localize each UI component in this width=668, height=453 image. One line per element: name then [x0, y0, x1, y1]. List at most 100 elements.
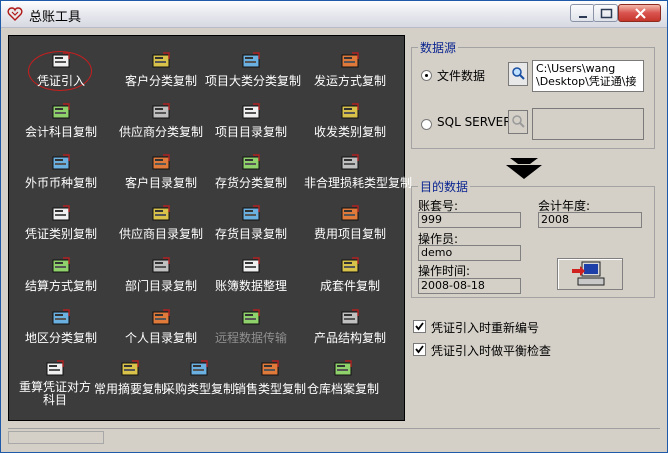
tool-button[interactable]: 地区分类复制 [15, 307, 107, 355]
browse-sql-button[interactable] [508, 110, 528, 134]
tool-button[interactable]: 供应商目录复制 [115, 203, 207, 251]
warehouse-archive-icon [334, 360, 352, 376]
tool-button[interactable]: 项目目录复制 [205, 101, 297, 149]
sales-type-icon [261, 360, 279, 376]
tool-button[interactable]: 产品结构复制 [304, 307, 396, 355]
tool-button[interactable]: 仓库档案复制 [303, 358, 383, 406]
project-catalog-icon [242, 103, 260, 119]
tool-button[interactable]: 费用项目复制 [304, 203, 396, 251]
tool-button[interactable]: 收发类别复制 [304, 101, 396, 149]
tool-button[interactable]: 常用摘要复制 [90, 358, 170, 406]
inventory-category-icon [242, 154, 260, 170]
loss-type-icon [341, 154, 359, 170]
tool-button[interactable]: 客户目录复制 [115, 152, 207, 200]
tool-button[interactable]: 发运方式复制 [304, 50, 396, 98]
product-structure-icon [341, 309, 359, 325]
department-catalog-icon [152, 257, 170, 273]
tool-button[interactable]: 存货目录复制 [205, 203, 297, 251]
tool-button-label: 项目大类分类复制 [205, 74, 302, 88]
sql-path-field[interactable] [532, 108, 644, 140]
tool-button-label: 部门目录复制 [124, 279, 197, 293]
tool-button[interactable]: 凭证引入 [15, 50, 107, 98]
tool-button-label: 项目目录复制 [214, 125, 287, 139]
sql-server-radio[interactable] [421, 119, 432, 130]
tool-button-label: 常用摘要复制 [93, 382, 166, 396]
foreign-currency-icon [52, 154, 70, 170]
tool-button[interactable]: 外币币种复制 [15, 152, 107, 200]
tool-button[interactable]: 账簿数据整理 [205, 255, 297, 303]
expense-item-icon [341, 205, 359, 221]
status-cell [8, 431, 104, 444]
supplier-category-icon [152, 103, 170, 119]
minimize-button[interactable] [570, 4, 595, 22]
tool-button[interactable]: 部门目录复制 [115, 255, 207, 303]
computer-icon [572, 261, 605, 286]
tool-button[interactable]: 存货分类复制 [205, 152, 297, 200]
tool-button-label: 远程数据传输 [214, 331, 287, 345]
tool-button[interactable]: 结算方式复制 [15, 255, 107, 303]
voucher-import-icon [52, 52, 70, 68]
settlement-method-icon [52, 257, 70, 273]
magnifier-icon [512, 67, 525, 80]
customer-catalog-icon [152, 154, 170, 170]
renumber-label: 凭证引入时重新编号 [431, 321, 540, 335]
recalc-voucher-icon [46, 360, 64, 376]
tool-button[interactable]: 重算凭证对方科目 [15, 358, 95, 407]
close-button[interactable] [618, 4, 661, 22]
tool-button-label: 地区分类复制 [24, 331, 97, 345]
app-heart-icon [7, 7, 23, 21]
tool-button-label: 凭证类别复制 [24, 227, 97, 241]
tool-button-label: 个人目录复制 [124, 331, 197, 345]
account-field[interactable]: 999 [418, 212, 521, 228]
tool-button-label: 重算凭证对方科目 [18, 380, 91, 407]
browse-file-button[interactable] [508, 62, 528, 86]
tool-button[interactable]: 供应商分类复制 [115, 101, 207, 149]
tool-button-label: 外币币种复制 [24, 176, 97, 190]
tool-button-label: 存货目录复制 [214, 227, 287, 241]
tool-button-label: 供应商分类复制 [118, 125, 203, 139]
renumber-checkbox[interactable] [413, 320, 426, 333]
main-window: 总账工具 凭证引入 客户分类复制 项目大类分类复制 发运方式复制 会计科目复制 供应商分类… [0, 0, 668, 453]
tool-button[interactable]: 凭证类别复制 [15, 203, 107, 251]
tool-button[interactable]: 采购类型复制 [159, 358, 239, 406]
account-subject-icon [52, 103, 70, 119]
tool-button-label: 账簿数据整理 [214, 279, 287, 293]
year-field[interactable]: 2008 [538, 212, 642, 228]
maximize-icon [600, 8, 613, 19]
inventory-catalog-icon [242, 205, 260, 221]
tool-button[interactable]: 会计科目复制 [15, 101, 107, 149]
tool-button[interactable]: 项目大类分类复制 [205, 50, 302, 98]
tool-button: 远程数据传输 [205, 307, 297, 355]
balance-check-checkbox[interactable] [413, 343, 426, 356]
transceive-category-icon [341, 103, 359, 119]
time-field[interactable]: 2008-08-18 [418, 278, 521, 294]
tool-button[interactable]: 成套件复制 [304, 255, 396, 303]
tool-button[interactable]: 销售类型复制 [230, 358, 310, 406]
target-group-title: 目的数据 [418, 178, 471, 195]
sql-server-label: SQL SERVER [437, 115, 512, 129]
tool-button-label: 客户目录复制 [124, 176, 197, 190]
file-data-radio[interactable] [421, 70, 432, 81]
voucher-category-icon [52, 205, 70, 221]
tool-button[interactable]: 个人目录复制 [115, 307, 207, 355]
tool-button-label: 会计科目复制 [24, 125, 97, 139]
tool-button-label: 结算方式复制 [24, 279, 97, 293]
close-icon [635, 8, 646, 19]
tool-button[interactable]: 非合理损耗类型复制 [304, 152, 413, 200]
file-path-field[interactable]: C:\Users\wang \Desktop\凭证通\接 [532, 60, 644, 92]
tool-button-label: 采购类型复制 [162, 382, 235, 396]
tool-button-label: 存货分类复制 [214, 176, 287, 190]
tool-button-label: 供应商目录复制 [118, 227, 203, 241]
status-bar [8, 428, 660, 446]
operator-field[interactable]: demo [418, 245, 521, 261]
source-group: 数据源 文件数据 C:\Users\wang \Desktop\凭证通\接 SQ… [411, 39, 655, 149]
tool-panel: 凭证引入 客户分类复制 项目大类分类复制 发运方式复制会计科目复制 供应商分类复制 项目目… [8, 35, 413, 421]
tool-button[interactable]: 客户分类复制 [115, 50, 207, 98]
tool-button-label: 非合理损耗类型复制 [304, 176, 413, 190]
kit-parts-icon [341, 257, 359, 273]
maximize-button[interactable] [593, 4, 618, 22]
common-summary-icon [121, 360, 139, 376]
checkmark-icon [415, 322, 424, 331]
select-target-button[interactable] [557, 258, 623, 290]
customer-category-icon [152, 52, 170, 68]
